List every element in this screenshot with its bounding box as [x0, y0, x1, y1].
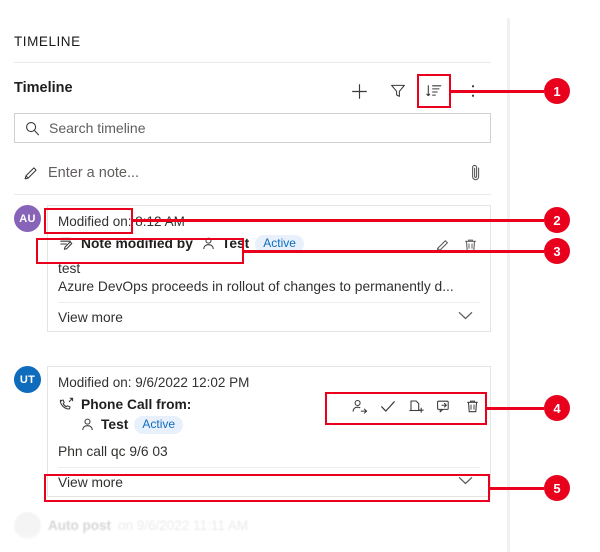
record-1-action-icons: [428, 232, 484, 258]
callout-1-badge: 1: [544, 78, 570, 104]
status-badge: Active: [134, 415, 184, 434]
add-timeline-record-button[interactable]: [344, 76, 374, 106]
record-1-body-line-2: Azure DevOps proceeds in rollout of chan…: [58, 279, 454, 294]
fade-mask: [14, 532, 491, 552]
plus-icon: [351, 83, 367, 99]
record-2-body-line-1: Phn call qc 9/6 03: [58, 444, 168, 459]
sort-order-toolbar-button[interactable]: [419, 76, 449, 106]
header-divider: [14, 62, 491, 63]
paperclip-icon: [472, 164, 480, 181]
note-placeholder: Enter a note...: [48, 165, 140, 181]
timeline-panel: TIMELINE Timeline Search timeline Enter …: [0, 0, 510, 552]
person-icon: [201, 236, 216, 251]
timeline-toolbar: Timeline: [0, 76, 500, 108]
search-placeholder: Search timeline: [49, 120, 146, 136]
note-icon: [58, 235, 75, 252]
record-3-secondary: on 9/6/2022 11:11 AM: [118, 518, 249, 533]
record-1-subject: Note modified by: [81, 236, 193, 251]
panel-scroll-edge[interactable]: [507, 18, 510, 552]
record-1-subject-line: Note modified by Test Active: [58, 234, 480, 253]
record-2-person[interactable]: Test: [101, 415, 128, 434]
record-2-modified-on: Modified on: 9/6/2022 12:02 PM: [58, 375, 250, 390]
callout-5-badge: 5: [544, 475, 570, 501]
record-3-text: Auto post: [48, 518, 111, 533]
status-badge: Active: [255, 234, 304, 253]
timeline-screenshot: TIMELINE Timeline Search timeline Enter …: [0, 0, 600, 552]
more-commands-button[interactable]: [458, 76, 488, 106]
record-1-view-more-label: View more: [58, 309, 123, 325]
attach-file-button[interactable]: [461, 163, 491, 183]
convert-to-icon[interactable]: [430, 393, 458, 419]
enter-note-row[interactable]: Enter a note...: [14, 155, 491, 191]
record-1-body-line-1: test: [58, 261, 81, 276]
chevron-down-icon: [457, 308, 474, 326]
callout-2-badge: 2: [544, 207, 570, 233]
person-icon: [80, 417, 95, 432]
search-timeline-field[interactable]: Search timeline: [14, 113, 491, 143]
record-card[interactable]: Modified on: 9/6/2022 12:02 PM Phone Cal…: [47, 366, 491, 497]
assign-icon[interactable]: [346, 393, 374, 419]
note-divider: [14, 194, 491, 195]
record-2-view-more[interactable]: View more: [58, 467, 480, 496]
delete-record-icon[interactable]: [458, 393, 486, 419]
avatar: UT: [14, 366, 41, 393]
record-2-action-icons: [346, 393, 486, 419]
record-2-view-more-label: View more: [58, 474, 123, 490]
more-vertical-icon: [471, 85, 475, 97]
callout-4-badge: 4: [544, 395, 570, 421]
record-1-view-more[interactable]: View more: [58, 302, 480, 331]
search-icon: [15, 120, 49, 137]
pencil-icon: [14, 164, 48, 182]
funnel-filter-icon: [391, 84, 405, 97]
record-card[interactable]: Modified on: 8:12 AM Note modified by Te…: [47, 205, 491, 332]
phone-call-icon: [58, 396, 75, 413]
add-to-queue-icon[interactable]: [402, 393, 430, 419]
delete-record-icon[interactable]: [456, 232, 484, 258]
timeline-label: Timeline: [14, 80, 73, 96]
page-title: TIMELINE: [14, 34, 81, 49]
mark-complete-icon[interactable]: [374, 393, 402, 419]
record-1-person[interactable]: Test: [222, 234, 249, 253]
timeline-record-3-partial: Auto post on 9/6/2022 11:11 AM: [14, 512, 491, 552]
filter-timeline-button[interactable]: [383, 76, 413, 106]
callout-3-badge: 3: [544, 238, 570, 264]
sort-order-icon: [426, 85, 442, 97]
chevron-down-icon: [457, 473, 474, 491]
record-1-modified-on: Modified on: 8:12 AM: [58, 214, 185, 229]
record-2-subject: Phone Call from:: [81, 397, 192, 412]
avatar: AU: [14, 205, 41, 232]
edit-record-icon[interactable]: [428, 232, 456, 258]
